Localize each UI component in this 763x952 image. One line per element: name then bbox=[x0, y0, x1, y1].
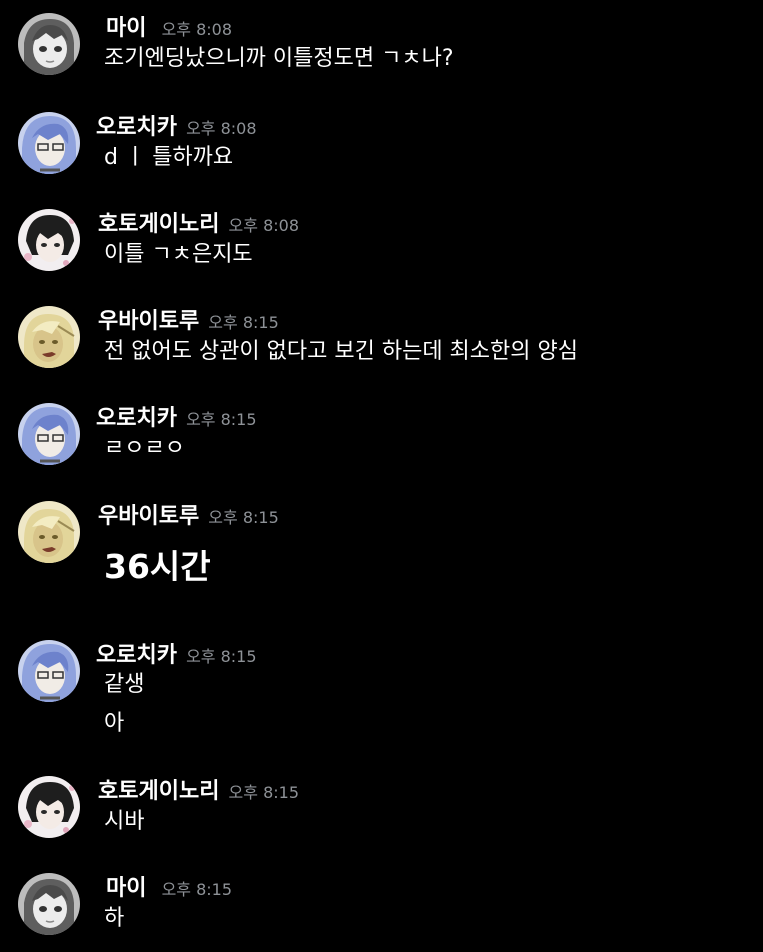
user-avatar[interactable] bbox=[18, 640, 80, 702]
message-text: 아 bbox=[104, 711, 125, 736]
message-header: 오로치카 오후 8:15 bbox=[96, 642, 257, 671]
message-header: 우바이토루 오후 8:15 bbox=[98, 503, 279, 532]
message-text: ㄹㅇㄹㅇ bbox=[104, 436, 185, 461]
timestamp: 오후 8:15 bbox=[208, 508, 279, 527]
user-avatar[interactable] bbox=[18, 306, 80, 368]
message-header: 호토게이노리 오후 8:15 bbox=[98, 778, 299, 807]
user-avatar[interactable] bbox=[18, 776, 80, 838]
username[interactable]: 호토게이노리 bbox=[98, 779, 219, 804]
username[interactable]: 오로치카 bbox=[96, 643, 177, 668]
message-text: 36시간 bbox=[104, 547, 211, 586]
user-avatar[interactable] bbox=[18, 13, 80, 75]
username[interactable]: 오로치카 bbox=[96, 406, 177, 431]
timestamp: 오후 8:15 bbox=[186, 647, 257, 666]
message-text: 이틀 ㄱㅊ은지도 bbox=[104, 242, 253, 267]
message-header: 우바이토루 오후 8:15 bbox=[98, 308, 279, 337]
username[interactable]: 오로치카 bbox=[96, 115, 177, 140]
message-text: 하 bbox=[104, 906, 125, 931]
user-avatar[interactable] bbox=[18, 403, 80, 465]
user-avatar[interactable] bbox=[18, 501, 80, 563]
username[interactable]: 마이 bbox=[106, 876, 146, 901]
user-avatar[interactable] bbox=[18, 873, 80, 935]
username[interactable]: 호토게이노리 bbox=[98, 212, 219, 237]
timestamp: 오후 8:15 bbox=[208, 313, 279, 332]
message-text: 전 없어도 상관이 없다고 보긴 하는데 최소한의 양심 bbox=[104, 339, 578, 364]
timestamp: 오후 8:08 bbox=[161, 20, 233, 39]
timestamp: 오후 8:08 bbox=[228, 216, 300, 235]
message-header: 오로치카 오후 8:15 bbox=[96, 405, 257, 434]
message-text: 같생 bbox=[104, 672, 145, 697]
message-text: d ㅣ 틀하까요 bbox=[104, 145, 234, 170]
user-avatar[interactable] bbox=[18, 209, 80, 271]
message-header: 오로치카 오후 8:08 bbox=[96, 114, 257, 143]
username[interactable]: 우바이토루 bbox=[98, 309, 199, 334]
message-header: 마이 오후 8:15 bbox=[106, 875, 232, 904]
username[interactable]: 우바이토루 bbox=[98, 504, 199, 529]
timestamp: 오후 8:15 bbox=[228, 783, 300, 802]
timestamp: 오후 8:15 bbox=[161, 880, 233, 899]
message-text: 조기엔딩났으니까 이틀정도면 ㄱㅊ나? bbox=[104, 46, 454, 71]
user-avatar[interactable] bbox=[18, 112, 80, 174]
timestamp: 오후 8:08 bbox=[186, 119, 257, 138]
message-header: 마이 오후 8:08 bbox=[106, 15, 232, 44]
message-text: 시바 bbox=[104, 809, 145, 834]
username[interactable]: 마이 bbox=[106, 16, 146, 41]
message-header: 호토게이노리 오후 8:08 bbox=[98, 211, 299, 240]
timestamp: 오후 8:15 bbox=[186, 410, 257, 429]
